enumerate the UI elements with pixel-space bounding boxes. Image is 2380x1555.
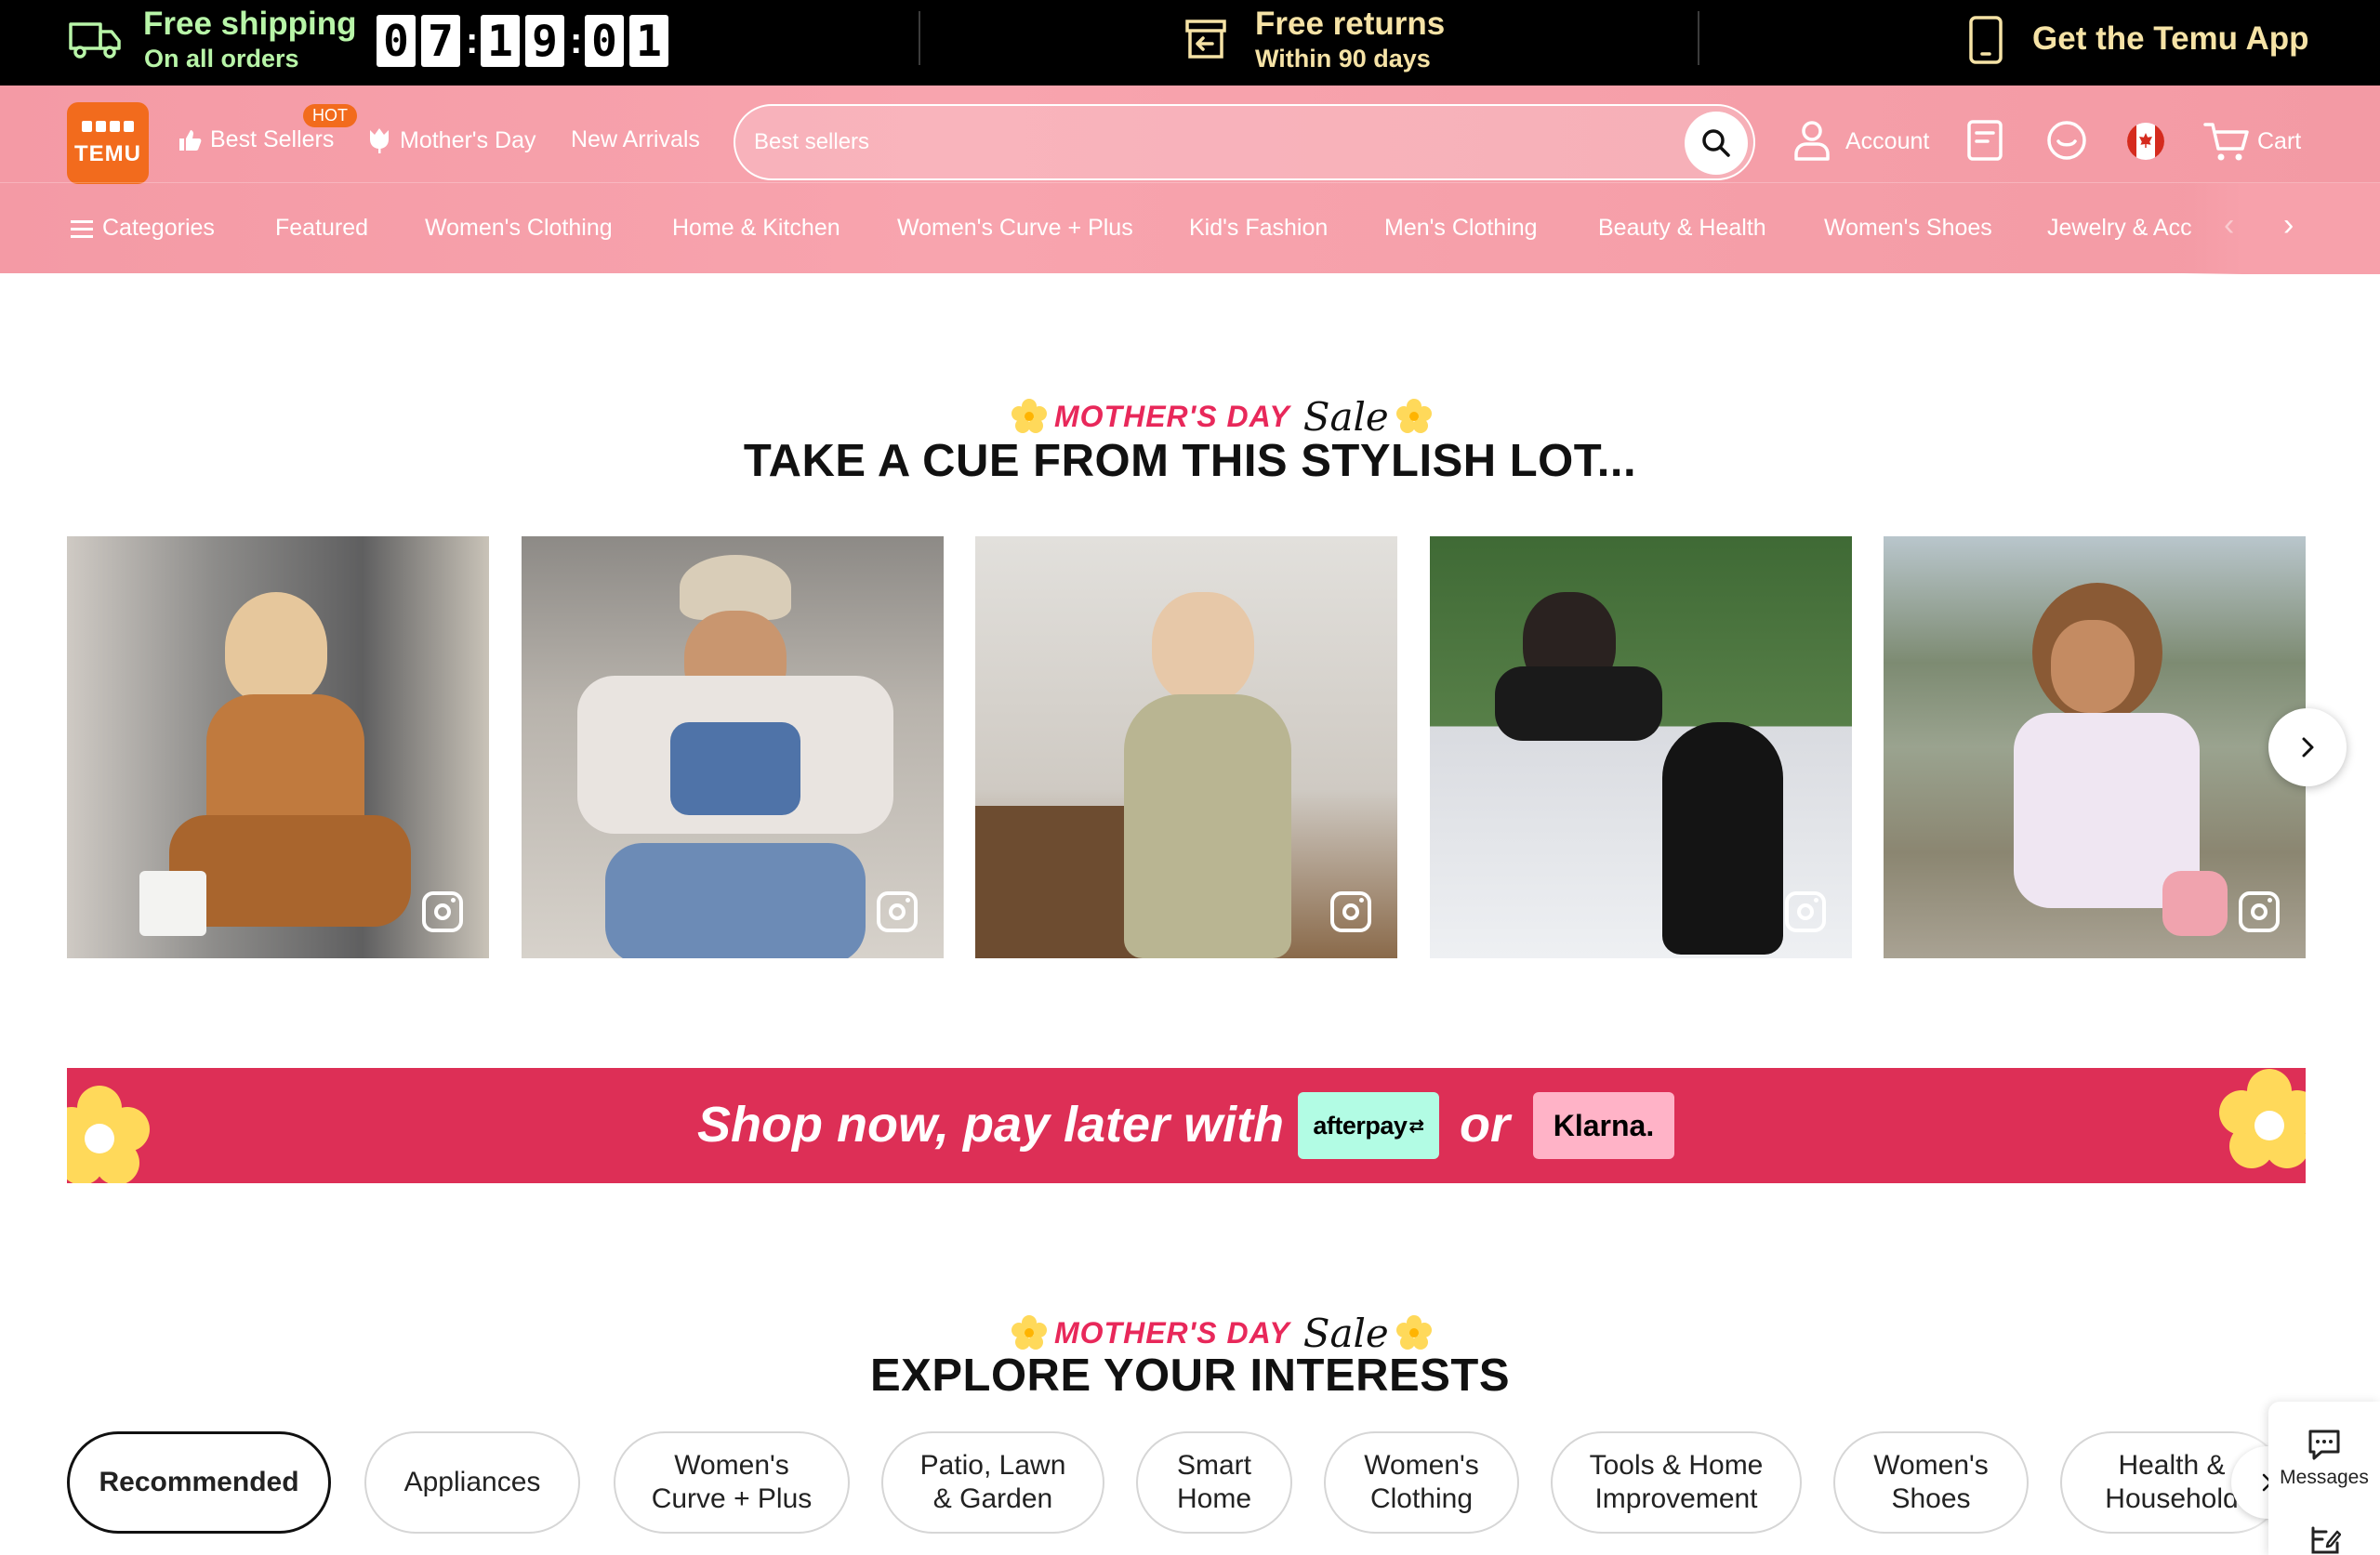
promo-divider (1698, 11, 1699, 65)
free-shipping-subtitle: On all orders (144, 45, 299, 72)
flower-icon (67, 1086, 150, 1183)
promo-bar: Free shipping On all orders 0 7 : 1 9 : … (0, 0, 2380, 86)
tulip-icon (370, 128, 389, 153)
interest-pill-womens-clothing[interactable]: Women's Clothing (1324, 1431, 1519, 1534)
countdown-digit: 1 (629, 15, 668, 67)
support-chat-icon[interactable] (2045, 119, 2088, 162)
category-fade (2183, 183, 2380, 274)
lookbook-photo-4[interactable] (1430, 536, 1852, 958)
chevron-right-icon (2302, 737, 2314, 758)
countdown-digit: 9 (525, 15, 564, 67)
interest-pill-tools-home-improvement[interactable]: Tools & Home Improvement (1551, 1431, 1802, 1534)
lookbook-photo-1[interactable] (67, 536, 489, 958)
return-box-icon (1185, 20, 1226, 59)
nav-best-sellers[interactable]: Best Sellers (177, 126, 334, 153)
cart-link[interactable]: Cart (2257, 128, 2301, 155)
account-icon[interactable] (1792, 119, 1831, 162)
categories-menu[interactable]: Categories (71, 215, 215, 242)
interest-pill-womens-shoes[interactable]: Women's Shoes (1833, 1431, 2029, 1534)
thumbs-up-icon (179, 129, 202, 151)
category-beauty-health[interactable]: Beauty & Health (1598, 215, 1766, 242)
flower-icon (1012, 1315, 1047, 1350)
account-link[interactable]: Account (1845, 128, 1929, 155)
lookbook-photo-3[interactable] (975, 536, 1397, 958)
instagram-icon (1785, 891, 1826, 932)
instagram-icon (2239, 891, 2280, 932)
interest-pill-recommended[interactable]: Recommended (67, 1431, 331, 1534)
category-featured[interactable]: Featured (275, 215, 368, 242)
cart-icon[interactable] (2203, 121, 2250, 164)
truck-icon (69, 22, 121, 59)
search-button[interactable] (1685, 112, 1748, 175)
interest-pill-patio-lawn-garden[interactable]: Patio, Lawn & Garden (881, 1431, 1104, 1534)
flower-icon (2219, 1069, 2306, 1168)
pay-later-text: Shop now, pay later with (697, 1097, 1285, 1153)
category-womens-clothing[interactable]: Women's Clothing (425, 215, 613, 242)
countdown-timer: 0 7 : 1 9 : 0 1 (377, 13, 668, 69)
instagram-icon (1330, 891, 1371, 932)
interest-pill-appliances[interactable]: Appliances (364, 1431, 580, 1534)
get-app-link[interactable]: Get the Temu App (2032, 20, 2309, 58)
messages-widget[interactable]: Messages (2268, 1402, 2380, 1555)
pay-later-banner[interactable]: Shop now, pay later with afterpay ⇄ or Kl… (67, 1068, 2306, 1183)
category-mens-clothing[interactable]: Men's Clothing (1384, 215, 1538, 242)
category-next-arrow[interactable]: › (2283, 207, 2294, 244)
category-jewelry[interactable]: Jewelry & Acc (2047, 215, 2192, 242)
feedback-icon[interactable] (2309, 1524, 2341, 1554)
logo-glyphs (82, 121, 134, 134)
promo-divider (919, 11, 920, 65)
free-returns-subtitle: Within 90 days (1255, 45, 1431, 72)
flower-icon (1395, 1315, 1432, 1350)
category-womens-shoes[interactable]: Women's Shoes (1824, 215, 1992, 242)
countdown-digit: 1 (481, 15, 520, 67)
nav-mothers-day[interactable]: Mother's Day (366, 126, 536, 154)
category-womens-curve-plus[interactable]: Women's Curve + Plus (897, 215, 1133, 242)
lookbook-photo-5[interactable] (1884, 536, 2306, 958)
hot-badge: HOT (303, 104, 357, 127)
site-header: TEMU Best Sellers HOT Mother's Day New A… (0, 86, 2380, 274)
search-icon (1702, 129, 1730, 157)
message-icon (2308, 1430, 2340, 1460)
carousel-next-button[interactable] (2268, 708, 2347, 786)
instagram-icon (422, 891, 463, 932)
nav-new-arrivals[interactable]: New Arrivals (571, 126, 700, 153)
lookbook-photo-2[interactable] (522, 536, 944, 958)
search-input[interactable] (754, 106, 1646, 178)
interests-title: EXPLORE YOUR INTERESTS (869, 1351, 1511, 1401)
flower-icon (1395, 399, 1432, 433)
phone-icon (1969, 16, 2003, 64)
interest-pill-smart-home[interactable]: Smart Home (1136, 1431, 1292, 1534)
countdown-digit: 7 (421, 15, 460, 67)
canada-flag-icon[interactable] (2127, 123, 2164, 160)
lookbook-title: TAKE A CUE FROM THIS STYLISH LOT... (743, 436, 1637, 486)
hamburger-icon (71, 219, 93, 238)
countdown-digit: 0 (377, 15, 416, 67)
category-home-kitchen[interactable]: Home & Kitchen (672, 215, 840, 242)
category-kids-fashion[interactable]: Kid's Fashion (1189, 215, 1328, 242)
interest-pill-womens-curve-plus[interactable]: Women's Curve + Plus (614, 1431, 850, 1534)
free-shipping-title: Free shipping (143, 6, 357, 42)
klarna-logo: Klarna. (1533, 1092, 1674, 1159)
search-bar (734, 104, 1755, 180)
free-returns-title: Free returns (1255, 6, 1446, 42)
temu-logo[interactable]: TEMU (67, 102, 149, 184)
category-prev-arrow[interactable]: ‹ (2224, 207, 2234, 244)
pay-later-or: or (1460, 1097, 1510, 1153)
flower-icon (1012, 399, 1047, 433)
instagram-icon (877, 891, 918, 932)
orders-icon[interactable] (1965, 119, 2004, 162)
category-nav: Categories Featured Women's Clothing Hom… (0, 182, 2380, 274)
messages-label: Messages (2280, 1467, 2369, 1488)
afterpay-logo: afterpay ⇄ (1298, 1092, 1439, 1159)
countdown-digit: 0 (585, 15, 624, 67)
